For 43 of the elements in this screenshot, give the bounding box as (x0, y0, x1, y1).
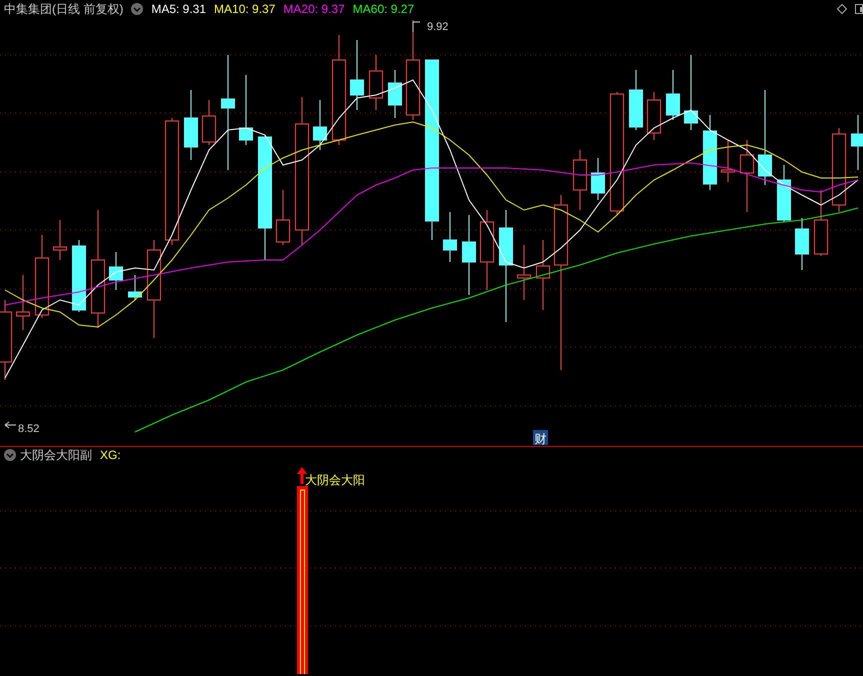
candlestick (313, 100, 327, 150)
finance-marker[interactable]: 财 (533, 430, 548, 446)
candlestick (721, 140, 735, 182)
diamond-icon[interactable] (837, 4, 847, 14)
candlestick (573, 150, 587, 210)
indicator-title: 大阴会大阳副 (20, 446, 92, 462)
high-marker-icon (412, 22, 420, 32)
candlestick (388, 70, 402, 118)
candlestick (276, 190, 290, 246)
candlestick (666, 70, 680, 120)
candlestick (16, 274, 30, 330)
indicator-value: MA5: 9.31 (151, 1, 206, 18)
candlestick (851, 114, 863, 170)
candlestick (517, 244, 531, 300)
indicator-value: MA20: 9.37 (283, 1, 345, 18)
candlestick (53, 220, 67, 260)
signal-label: 大阴会大阳 (305, 473, 365, 487)
candlestick (647, 92, 661, 140)
candlestick (443, 212, 457, 262)
high-price-label: 9.92 (427, 21, 448, 33)
low-price-label: 8.52 (18, 423, 40, 435)
candlestick (128, 274, 142, 300)
low-marker-icon (4, 422, 16, 428)
indicator-value: MA60: 9.27 (352, 1, 414, 18)
candlestick (777, 164, 791, 222)
panel-icon[interactable] (855, 4, 863, 14)
candlestick (369, 54, 383, 110)
candlestick (350, 40, 364, 110)
dropdown-icon[interactable] (4, 448, 16, 460)
candlestick (629, 70, 643, 130)
candlestick (536, 240, 550, 310)
candlestick (109, 252, 123, 290)
candlestick (184, 90, 198, 160)
candlestick (814, 190, 828, 256)
arrow-icon (297, 467, 307, 484)
chart-title: 中集集团(日线 前复权) (4, 1, 124, 18)
indicator-value: MA10: 9.37 (214, 1, 276, 18)
candlestick (795, 218, 809, 270)
indicator-output: XG: (100, 446, 121, 462)
candlestick (591, 158, 605, 200)
candlestick (202, 100, 216, 146)
candlestick (239, 74, 253, 146)
dropdown-icon[interactable] (131, 3, 144, 15)
